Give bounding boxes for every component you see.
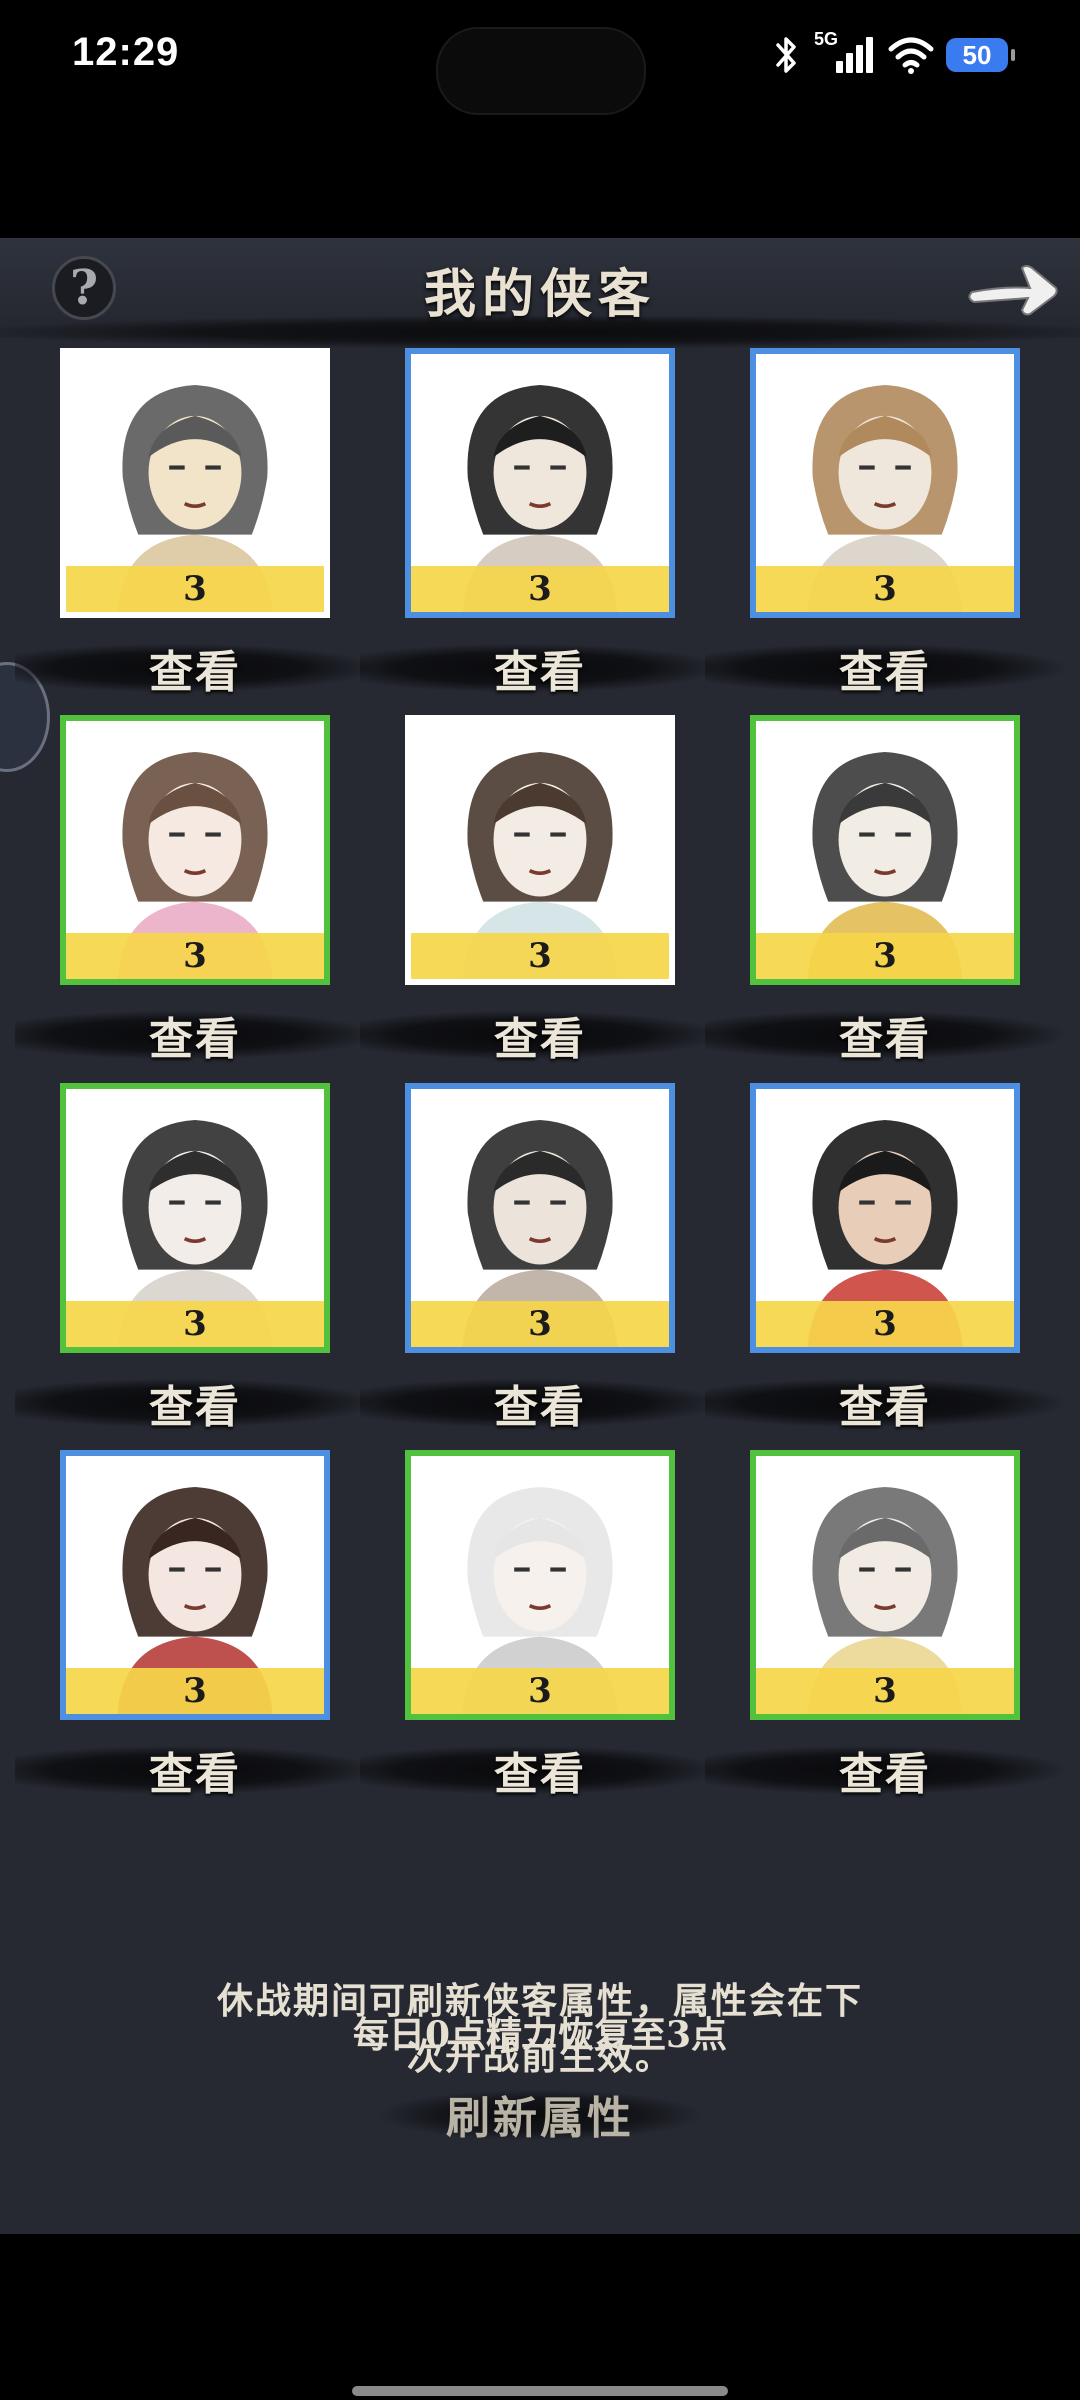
hero-card[interactable]: 3 查看: [360, 1450, 720, 1800]
wifi-icon: [888, 37, 934, 74]
hero-portrait[interactable]: 3: [750, 348, 1020, 618]
hero-card[interactable]: 3 查看: [15, 1083, 375, 1433]
view-hero-label: 查看: [149, 1749, 241, 1800]
hero-card[interactable]: 3 查看: [15, 1450, 375, 1800]
hero-portrait[interactable]: 3: [60, 1083, 330, 1353]
hero-card[interactable]: 3 查看: [705, 1450, 1065, 1800]
view-hero-label: 查看: [494, 1014, 586, 1065]
bluetooth-icon: [776, 37, 796, 73]
hero-card[interactable]: 3 查看: [15, 715, 375, 1065]
status-time: 12:29: [72, 30, 180, 74]
panel-header: ? 我的侠客: [0, 238, 1080, 348]
hero-card[interactable]: 3 查看: [705, 1083, 1065, 1433]
view-hero-button[interactable]: 查看: [705, 997, 1065, 1073]
hero-card[interactable]: 3 查看: [705, 715, 1065, 1065]
view-hero-button[interactable]: 查看: [705, 630, 1065, 706]
view-hero-button[interactable]: 查看: [360, 630, 720, 706]
view-hero-label: 查看: [149, 647, 241, 698]
view-hero-label: 查看: [494, 1382, 586, 1433]
hero-portrait[interactable]: 3: [405, 1083, 675, 1353]
notice-line-1: 休战期间可刷新侠客属性，属性会在下: [216, 1980, 863, 2022]
hero-portrait[interactable]: 3: [60, 348, 330, 618]
hero-level: 3: [756, 566, 1014, 612]
hero-level: 3: [66, 933, 324, 979]
view-hero-label: 查看: [149, 1014, 241, 1065]
battery-indicator: 50: [946, 38, 1015, 72]
notice-area: 休战期间可刷新侠客属性，属性会在下 次开战前生效。: [0, 1960, 1080, 2100]
hero-portrait[interactable]: 3: [750, 1083, 1020, 1353]
view-hero-label: 查看: [839, 1749, 931, 1800]
hero-level: 3: [411, 566, 669, 612]
view-hero-button[interactable]: 查看: [15, 997, 375, 1073]
view-hero-button[interactable]: 查看: [15, 630, 375, 706]
view-hero-button[interactable]: 查看: [360, 1732, 720, 1808]
status-icons: 5G 50: [772, 29, 1015, 80]
hero-level: 3: [756, 1668, 1014, 1714]
view-hero-button[interactable]: 查看: [705, 1732, 1065, 1808]
view-hero-label: 查看: [839, 1382, 931, 1433]
view-hero-button[interactable]: 查看: [360, 997, 720, 1073]
view-hero-button[interactable]: 查看: [705, 1365, 1065, 1441]
view-hero-label: 查看: [149, 1382, 241, 1433]
status-bar: 12:29 5G 50: [0, 0, 1080, 120]
hero-grid: 3 查看 3 查看 3 查看 3 查看 3 查看 3 查看 3 查看 3 查看 3 查看 3 查看 3 查看 3 查看: [0, 348, 1080, 2008]
hero-level: 3: [756, 1301, 1014, 1347]
hero-level: 3: [411, 933, 669, 979]
view-hero-label: 查看: [839, 1014, 931, 1065]
hero-level: 3: [66, 1301, 324, 1347]
hero-portrait[interactable]: 3: [750, 1450, 1020, 1720]
hero-card[interactable]: 3 查看: [15, 348, 375, 698]
cellular-signal-icon: 5G: [814, 29, 876, 75]
hero-portrait[interactable]: 3: [60, 715, 330, 985]
hero-level: 3: [411, 1301, 669, 1347]
hero-card[interactable]: 3 查看: [360, 715, 720, 1065]
hero-portrait[interactable]: 3: [750, 715, 1020, 985]
hero-level: 3: [411, 1668, 669, 1714]
view-hero-label: 查看: [494, 1749, 586, 1800]
hero-card[interactable]: 3 查看: [705, 348, 1065, 698]
hero-portrait[interactable]: 3: [405, 348, 675, 618]
page-title: 我的侠客: [423, 264, 656, 325]
view-hero-button[interactable]: 查看: [360, 1365, 720, 1441]
hero-level: 3: [66, 1668, 324, 1714]
hero-card[interactable]: 3 查看: [360, 348, 720, 698]
notice-line-2: 次开战前生效。: [406, 2036, 673, 2078]
camera-cutout: [436, 27, 646, 115]
next-arrow-icon[interactable]: [964, 248, 1064, 328]
hero-portrait[interactable]: 3: [60, 1450, 330, 1720]
view-hero-label: 查看: [839, 647, 931, 698]
home-indicator[interactable]: [352, 2386, 728, 2396]
hero-portrait[interactable]: 3: [405, 715, 675, 985]
hero-level: 3: [756, 933, 1014, 979]
hero-portrait[interactable]: 3: [405, 1450, 675, 1720]
view-hero-button[interactable]: 查看: [15, 1365, 375, 1441]
hero-card[interactable]: 3 查看: [360, 1083, 720, 1433]
hero-panel: ? 我的侠客 3 查看 3 查看 3 查看 3 查看 3 查看 3 查看 3 查看 3 查看 3 查看 3 查看 3 查看…: [0, 238, 1080, 2234]
view-hero-button[interactable]: 查看: [15, 1732, 375, 1808]
hero-level: 3: [66, 566, 324, 612]
view-hero-label: 查看: [494, 647, 586, 698]
